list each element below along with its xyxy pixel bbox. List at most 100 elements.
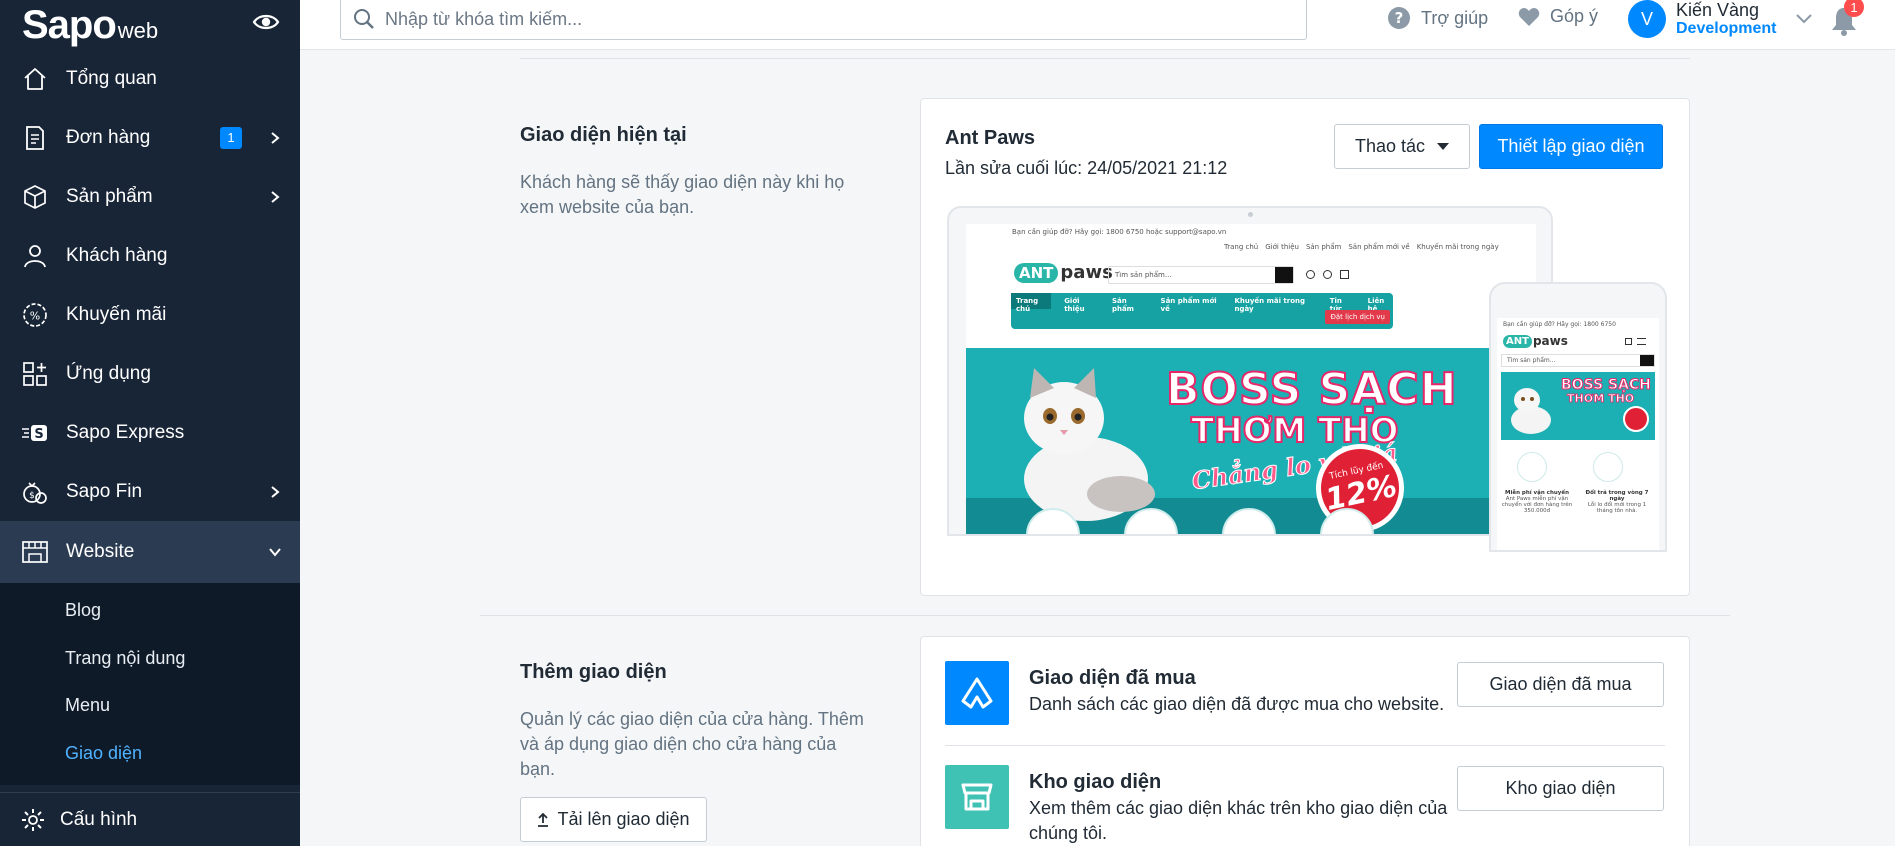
phone-banner-headline-2: THƠM THO bbox=[1567, 392, 1635, 405]
feedback-label: Góp ý bbox=[1550, 6, 1599, 26]
preview-heart-icon bbox=[1306, 270, 1315, 279]
website-submenu: Blog Trang nội dung Menu Giao diện bbox=[0, 583, 300, 785]
cat-illustration bbox=[1024, 368, 1155, 521]
phone-header-icons bbox=[1625, 338, 1651, 346]
purchased-themes-description: Danh sách các giao diện đã được mua cho … bbox=[1029, 694, 1445, 714]
preview-search-button bbox=[1275, 267, 1293, 283]
sidebar-item-label: Khuyến mãi bbox=[66, 303, 167, 325]
user-name: Kiến Vàng bbox=[1676, 0, 1760, 20]
logo-main-text: Sapo bbox=[22, 2, 117, 47]
user-menu[interactable]: V Kiến Vàng Development bbox=[1628, 0, 1813, 38]
sidebar-item-promotions[interactable]: % Khuyến mãi bbox=[0, 285, 300, 344]
sidebar-item-apps[interactable]: Ứng dụng bbox=[0, 344, 300, 403]
phone-feature-2-desc: Lỗi lo đổi mới trong 1 tháng tồn nhà. bbox=[1587, 502, 1647, 514]
preview-top-link: Trang chủ bbox=[1224, 243, 1259, 251]
gear-icon bbox=[20, 807, 46, 833]
upload-theme-button[interactable]: Tải lên giao diện bbox=[520, 797, 707, 842]
preview-menu-item: Sản phẩm mới về bbox=[1160, 297, 1217, 313]
phone-banner: BOSS SẠCH THƠM THO bbox=[1501, 372, 1655, 440]
sidebar-item-sapo-fin[interactable]: $ Sapo Fin bbox=[0, 462, 300, 521]
actions-label: Thao tác bbox=[1354, 136, 1426, 156]
chevron-right-icon bbox=[271, 190, 280, 203]
phone-search-placeholder: Tìm sản phẩm... bbox=[1507, 357, 1556, 364]
phone-menu-icon bbox=[1637, 338, 1646, 345]
phone-feature-circle-shipping bbox=[1517, 452, 1547, 482]
box-icon bbox=[20, 182, 50, 212]
feedback-link[interactable]: Góp ý bbox=[1518, 6, 1598, 27]
phone-feature-2-title: Đổi trả trong vòng 7 ngày bbox=[1585, 490, 1649, 502]
user-icon bbox=[20, 241, 50, 271]
add-theme-heading: Thêm giao diện bbox=[520, 661, 667, 683]
purchased-themes-row: Giao diện đã mua Danh sách các giao diện… bbox=[945, 661, 1444, 725]
upload-icon bbox=[537, 812, 549, 827]
orders-count-badge: 1 bbox=[220, 126, 242, 149]
phone-brand-paws: paws bbox=[1532, 334, 1568, 348]
sidebar-item-label: Sapo Express bbox=[66, 421, 185, 443]
avatar: V bbox=[1628, 0, 1666, 38]
purchased-themes-button[interactable]: Giao diện đã mua bbox=[1457, 662, 1664, 707]
preview-menu-item: Giới thiệu bbox=[1064, 297, 1085, 313]
sidebar-item-sapo-express[interactable]: S Sapo Express bbox=[0, 403, 300, 462]
money-bag-icon: $ bbox=[20, 477, 50, 507]
phone-banner-headline-1: BOSS SẠCH bbox=[1561, 377, 1652, 393]
preview-header-icons bbox=[1306, 270, 1354, 282]
section-divider bbox=[520, 58, 1690, 59]
sidebar-item-products[interactable]: Sản phẩm bbox=[0, 167, 300, 226]
chevron-down-icon bbox=[1796, 14, 1813, 24]
phone-brand-logo: ANT paws bbox=[1503, 334, 1568, 348]
submenu-item-blog[interactable]: Blog bbox=[0, 587, 300, 635]
theme-store-button[interactable]: Kho giao diện bbox=[1457, 766, 1664, 811]
search-box[interactable] bbox=[340, 0, 1307, 40]
sidebar-item-label: Ứng dụng bbox=[66, 362, 151, 384]
theme-store-row: Kho giao diện Xem thêm các giao diện khá… bbox=[945, 765, 1449, 846]
sidebar-item-label: Website bbox=[66, 541, 135, 562]
current-theme-card: Ant Paws Lần sửa cuối lúc: 24/05/2021 21… bbox=[920, 98, 1690, 596]
svg-text:S: S bbox=[34, 427, 43, 442]
preview-top-link: Giới thiệu bbox=[1265, 243, 1299, 251]
help-link[interactable]: ? Trợ giúp bbox=[1387, 6, 1488, 30]
help-label: Trợ giúp bbox=[1421, 7, 1489, 28]
sidebar-item-label: Cấu hình bbox=[60, 808, 138, 830]
phone-cart-icon bbox=[1625, 338, 1632, 345]
eye-icon[interactable] bbox=[252, 12, 280, 37]
theme-name: Ant Paws bbox=[945, 127, 1036, 149]
submenu-item-menu[interactable]: Menu bbox=[0, 682, 300, 730]
sidebar-item-overview[interactable]: Tổng quan bbox=[0, 49, 300, 108]
sidebar-item-orders[interactable]: Đơn hàng 1 bbox=[0, 108, 300, 167]
preview-top-link: Khuyến mãi trong ngày bbox=[1416, 243, 1499, 251]
submenu-item-themes[interactable]: Giao diện bbox=[0, 730, 300, 778]
submenu-item-pages[interactable]: Trang nội dung bbox=[0, 635, 300, 683]
sapo-logo[interactable]: Sapo web bbox=[22, 5, 158, 45]
sidebar-item-label: Sản phẩm bbox=[66, 185, 153, 207]
preview-booking-button: Đặt lịch dịch vụ bbox=[1325, 310, 1390, 324]
search-input[interactable] bbox=[385, 8, 1285, 30]
preview-menu-bar: Trang chủ Giới thiệu Sản phẩm Sản phẩm m… bbox=[1011, 293, 1393, 329]
svg-text:%: % bbox=[30, 309, 40, 322]
home-icon bbox=[20, 64, 50, 94]
chevron-right-icon bbox=[271, 485, 280, 498]
sidebar-item-website[interactable]: Website bbox=[0, 521, 300, 583]
add-theme-description: Quản lý các giao diện của cửa hàng. Thêm… bbox=[520, 709, 864, 779]
phone-search-button bbox=[1640, 355, 1654, 366]
add-theme-card: Giao diện đã mua Danh sách các giao diện… bbox=[920, 636, 1690, 846]
preview-top-link: Sản phẩm bbox=[1305, 243, 1342, 251]
phone-feature-2: Đổi trả trong vòng 7 ngày Lỗi lo đổi mới… bbox=[1579, 490, 1655, 514]
row-divider bbox=[945, 745, 1665, 746]
chevron-right-icon bbox=[271, 131, 280, 144]
help-icon: ? bbox=[1387, 6, 1411, 30]
phone-cat-illustration bbox=[1511, 388, 1551, 434]
notifications-button[interactable]: 1 bbox=[1828, 0, 1868, 40]
user-role: Development bbox=[1676, 19, 1777, 37]
current-theme-heading: Giao diện hiện tại bbox=[520, 124, 687, 146]
svg-text:?: ? bbox=[1395, 9, 1404, 27]
sidebar-item-settings[interactable]: Cấu hình bbox=[0, 792, 300, 846]
customize-theme-button[interactable]: Thiết lập giao diện bbox=[1479, 124, 1663, 169]
phone-brand-ant: ANT bbox=[1503, 334, 1532, 348]
heart-icon bbox=[1518, 7, 1540, 27]
phone-feature-circle-returns bbox=[1593, 452, 1623, 482]
svg-text:$: $ bbox=[29, 491, 35, 501]
sidebar-item-customers[interactable]: Khách hàng bbox=[0, 226, 300, 285]
sidebar-item-label: Khách hàng bbox=[66, 244, 168, 266]
theme-actions-dropdown[interactable]: Thao tác bbox=[1334, 124, 1470, 169]
phone-promo-badge bbox=[1623, 406, 1649, 432]
